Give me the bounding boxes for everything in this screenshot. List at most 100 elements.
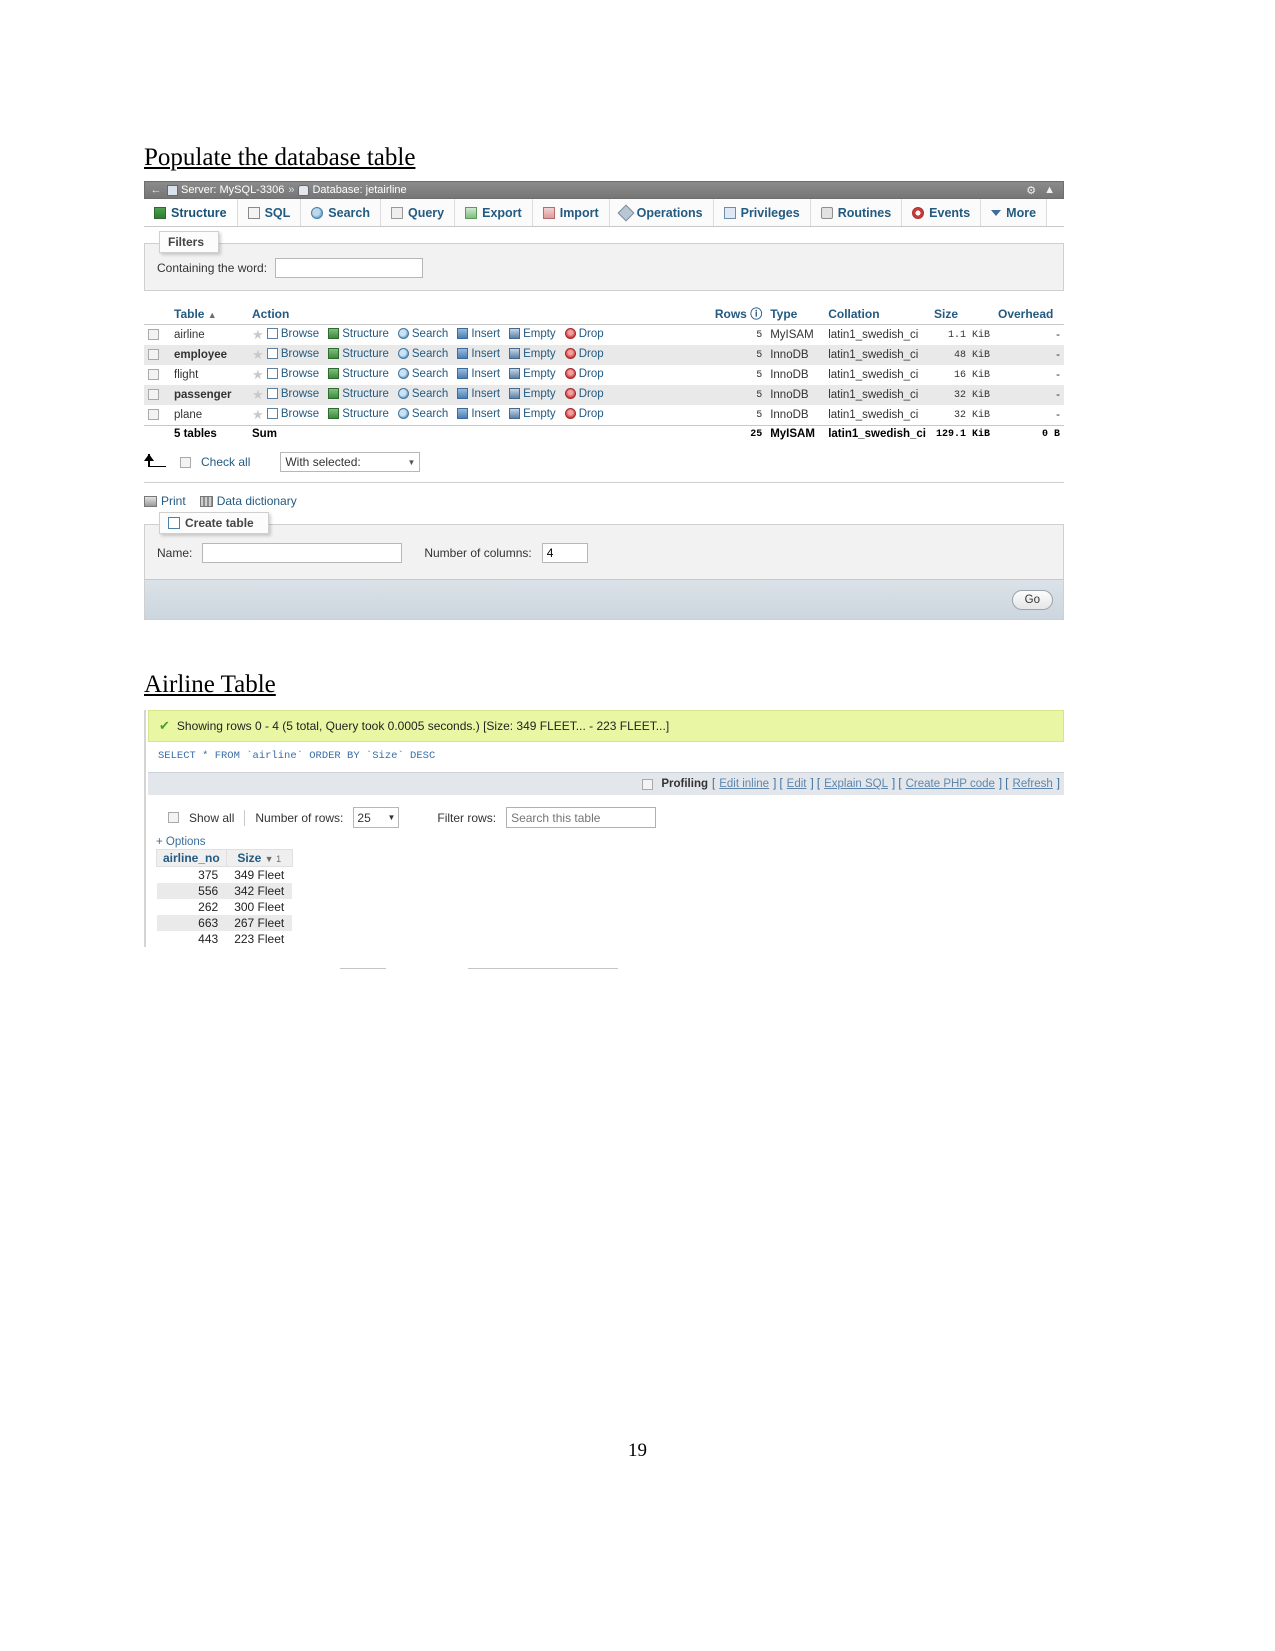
th-overhead[interactable]: Overhead [994, 303, 1064, 325]
size-cell: 267 Fleet [226, 915, 293, 931]
action-empty[interactable]: Empty [509, 328, 556, 340]
action-browse[interactable]: Browse [266, 328, 319, 340]
action-structure[interactable]: Structure [328, 368, 389, 380]
row-checkbox-cell [144, 325, 170, 346]
th-airline-no[interactable]: airline_no [156, 849, 227, 867]
print-link[interactable]: Print [144, 494, 186, 508]
tab-structure[interactable]: Structure [144, 199, 238, 226]
help-icon[interactable]: ⓘ [750, 307, 762, 321]
action-browse[interactable]: Browse [266, 368, 319, 380]
action-insert[interactable]: Insert [457, 408, 500, 420]
tab-operations[interactable]: Operations [609, 199, 714, 226]
containing-word-input[interactable] [275, 258, 424, 278]
tab-export[interactable]: Export [455, 199, 533, 226]
action-structure[interactable]: Structure [328, 328, 389, 340]
sql-icon [247, 206, 260, 219]
explain-sql-link[interactable]: Explain SQL [824, 778, 888, 790]
create-table-columns-input[interactable] [541, 543, 588, 563]
action-insert[interactable]: Insert [457, 368, 500, 380]
action-drop[interactable]: Drop [564, 368, 604, 380]
favorite-star-icon[interactable]: ★ [252, 387, 264, 402]
action-insert[interactable]: Insert [457, 388, 500, 400]
show-all-checkbox[interactable] [168, 812, 179, 823]
with-selected-row: Check all With selected: ▼ [144, 452, 1064, 483]
table-name-cell[interactable]: flight [170, 365, 248, 385]
with-selected-select[interactable]: With selected: ▼ [280, 452, 421, 472]
tab-sql[interactable]: SQL [237, 199, 302, 226]
breadcrumb-server-label[interactable]: Server: MySQL-3306 [181, 184, 284, 196]
options-toggle[interactable]: + Options [148, 834, 1064, 849]
back-arrow-icon[interactable]: ← [149, 183, 163, 197]
favorite-star-icon[interactable]: ★ [252, 347, 264, 362]
row-checkbox-cell [144, 365, 170, 385]
tab-import[interactable]: Import [532, 199, 610, 226]
row-checkbox[interactable] [148, 348, 159, 360]
th-rows[interactable]: Rows ⓘ [710, 303, 767, 325]
table-name-cell[interactable]: passenger [170, 385, 248, 405]
row-checkbox[interactable] [148, 388, 159, 400]
tab-routines[interactable]: Routines [810, 199, 903, 226]
row-checkbox[interactable] [148, 368, 159, 380]
structure-icon [154, 206, 166, 219]
th-table[interactable]: Table ▲ [170, 303, 248, 325]
collapse-icon[interactable]: ▲ [1044, 184, 1055, 197]
create-php-code-link[interactable]: Create PHP code [906, 778, 995, 790]
action-insert[interactable]: Insert [457, 328, 500, 340]
tab-more[interactable]: More [981, 199, 1048, 226]
action-insert[interactable]: Insert [457, 348, 500, 360]
table-name-cell[interactable]: employee [170, 345, 248, 365]
action-search[interactable]: Search [397, 368, 448, 380]
action-browse[interactable]: Browse [266, 348, 319, 360]
edit-link[interactable]: Edit [787, 778, 807, 790]
action-browse[interactable]: Browse [266, 408, 319, 420]
tab-search[interactable]: Search [301, 199, 381, 226]
check-all-checkbox[interactable] [180, 456, 191, 468]
action-search[interactable]: Search [397, 328, 448, 340]
data-dictionary-link[interactable]: Data dictionary [199, 494, 297, 508]
action-structure[interactable]: Structure [328, 408, 389, 420]
th-collation[interactable]: Collation [824, 303, 930, 325]
action-empty[interactable]: Empty [509, 408, 556, 420]
breadcrumb-database-label[interactable]: Database: jetairline [312, 184, 406, 196]
gear-icon[interactable]: ⚙ [1026, 184, 1036, 197]
edit-inline-link[interactable]: Edit inline [719, 778, 769, 790]
favorite-star-icon[interactable]: ★ [252, 407, 264, 422]
row-checkbox[interactable] [148, 328, 159, 340]
tab-events[interactable]: Events [902, 199, 982, 226]
favorite-star-icon[interactable]: ★ [252, 327, 264, 342]
table-name-cell[interactable]: airline [170, 325, 248, 346]
number-of-rows-select[interactable]: 25 ▼ [353, 807, 400, 828]
filters-fieldset: Filters Containing the word: [144, 231, 1064, 291]
th-type[interactable]: Type [766, 303, 825, 325]
sql-query-text[interactable]: SELECT * FROM `airline` ORDER BY `Size` … [148, 742, 1064, 772]
action-drop[interactable]: Drop [564, 388, 604, 400]
refresh-link[interactable]: Refresh [1013, 778, 1053, 790]
action-search[interactable]: Search [397, 388, 448, 400]
filter-rows-input[interactable] [506, 807, 657, 828]
action-drop[interactable]: Drop [564, 408, 604, 420]
action-search[interactable]: Search [397, 348, 448, 360]
action-browse[interactable]: Browse [266, 388, 319, 400]
th-size[interactable]: Size [930, 303, 994, 325]
profiling-checkbox[interactable] [642, 778, 654, 790]
action-empty[interactable]: Empty [509, 368, 556, 380]
action-empty[interactable]: Empty [509, 348, 556, 360]
th-size[interactable]: Size ▼ 1 [225, 849, 293, 867]
action-structure[interactable]: Structure [328, 388, 389, 400]
browse-icon [266, 408, 278, 419]
action-drop[interactable]: Drop [564, 348, 604, 360]
toolbar-bracket: ] [ [810, 778, 821, 790]
chevron-down-icon: ▼ [407, 457, 416, 467]
table-name-cell[interactable]: plane [170, 405, 248, 426]
action-drop[interactable]: Drop [564, 328, 604, 340]
favorite-star-icon[interactable]: ★ [252, 367, 264, 382]
check-all-label[interactable]: Check all [201, 455, 250, 469]
action-empty[interactable]: Empty [509, 388, 556, 400]
create-table-name-input[interactable] [202, 543, 403, 563]
tab-privileges[interactable]: Privileges [713, 199, 811, 226]
create-table-go-button[interactable]: Go [1011, 589, 1053, 610]
row-checkbox[interactable] [148, 408, 159, 420]
tab-query[interactable]: Query [380, 199, 456, 226]
action-structure[interactable]: Structure [328, 348, 389, 360]
action-search[interactable]: Search [397, 408, 448, 420]
